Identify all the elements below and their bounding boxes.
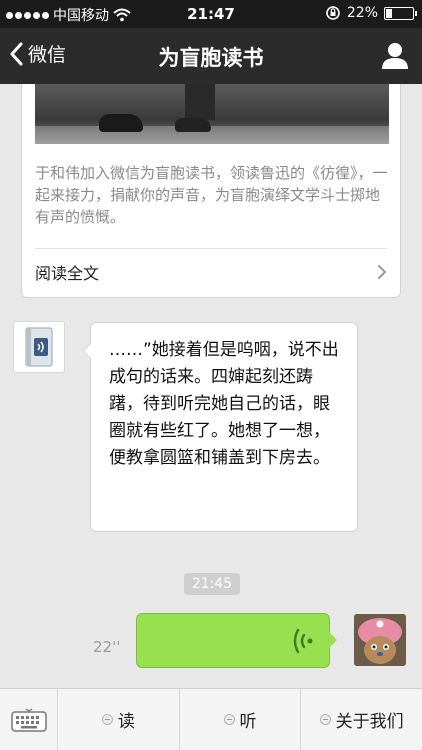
read-full-link[interactable]: 阅读全文: [35, 248, 387, 296]
article-card[interactable]: 于和伟加入微信为盲胞读书，领读鲁迅的《彷徨》，一起来接力，捐献你的声音，为盲胞演…: [21, 84, 401, 298]
menu-dot-icon: [319, 714, 331, 725]
menu-item-label: 听: [239, 712, 257, 732]
person-icon[interactable]: [380, 40, 410, 70]
page-title: 为盲胞读书: [158, 46, 264, 70]
menu-item-listen[interactable]: 听: [180, 689, 302, 750]
battery-icon: [384, 6, 417, 20]
avatar-chopper-icon: [354, 614, 406, 666]
voice-duration: 22'': [93, 638, 121, 656]
chevron-right-icon: [378, 265, 387, 279]
article-cover-image[interactable]: [35, 84, 389, 144]
menu-dot-icon: [223, 714, 235, 725]
keyboard-icon: [10, 708, 47, 732]
menu-item-about[interactable]: 关于我们: [301, 689, 422, 750]
bottom-menu-bar: 读 听 关于我们: [0, 688, 422, 750]
menu-item-label: 关于我们: [335, 712, 404, 732]
rotation-lock-icon: [326, 6, 340, 20]
incoming-message-bubble[interactable]: ……”她接着但是呜咽，说不出成句的话来。四婶起刻还踌躇，待到听完她自己的话，眼圈…: [83, 322, 358, 532]
article-summary: 于和伟加入微信为盲胞读书，领读鲁迅的《彷徨》，一起来接力，捐献你的声音，为盲胞演…: [35, 164, 388, 226]
voice-wave-icon: [293, 628, 313, 654]
status-bar: 中国移动 21:47 22%: [0, 0, 422, 28]
message-timestamp: 21:45: [184, 573, 240, 595]
sender-avatar[interactable]: [13, 321, 65, 373]
book-audio-icon: [25, 327, 53, 367]
read-full-label: 阅读全文: [35, 264, 100, 283]
user-avatar[interactable]: [354, 614, 406, 666]
nav-bar: 微信 为盲胞读书: [0, 28, 422, 84]
status-right: 22%: [325, 5, 417, 21]
menu-item-read[interactable]: 读: [58, 689, 180, 750]
voice-message-bubble[interactable]: [136, 613, 337, 668]
menu-item-label: 读: [117, 712, 135, 732]
keyboard-toggle-button[interactable]: [0, 689, 58, 750]
menu-dot-icon: [101, 714, 113, 725]
battery-percent: 22%: [346, 5, 378, 21]
